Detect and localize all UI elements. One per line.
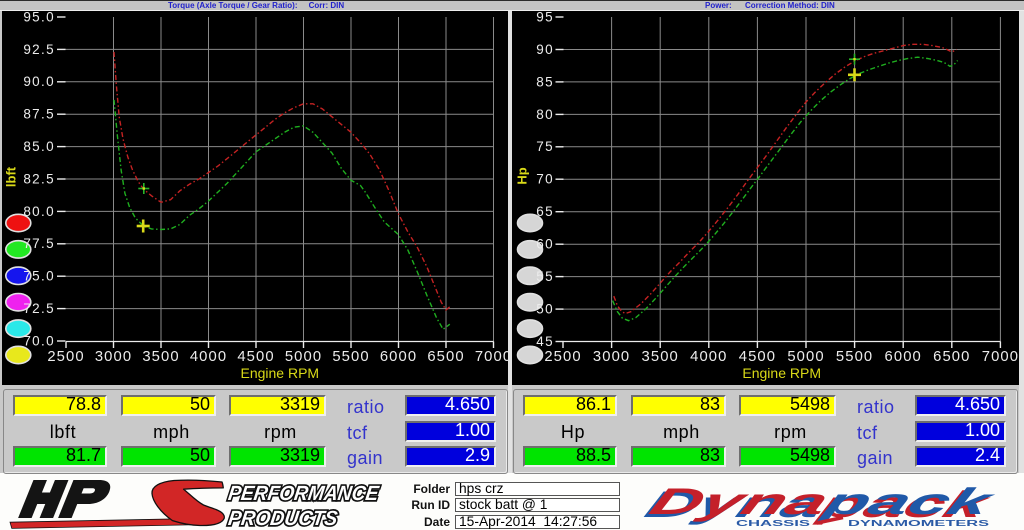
svg-text:60: 60 [536, 237, 554, 252]
svg-text:70: 70 [536, 172, 554, 187]
svg-text:5000: 5000 [787, 349, 824, 365]
svg-text:lbft: lbft [4, 166, 19, 187]
svg-text:Engine RPM: Engine RPM [742, 365, 821, 381]
svg-text:87.5: 87.5 [23, 107, 55, 122]
svg-text:2500: 2500 [544, 349, 581, 365]
svg-text:45: 45 [536, 334, 554, 349]
svg-text:6000: 6000 [380, 349, 417, 365]
svg-text:pack: pack [816, 481, 1001, 522]
svg-text:77.5: 77.5 [23, 236, 55, 251]
svg-text:50: 50 [536, 301, 554, 316]
svg-text:70.0: 70.0 [23, 333, 55, 348]
svg-text:85: 85 [536, 74, 554, 89]
svg-text:Hp: Hp [515, 167, 530, 184]
svg-text:4000: 4000 [190, 349, 227, 365]
svg-text:3000: 3000 [95, 349, 132, 365]
svg-text:85.0: 85.0 [23, 139, 55, 154]
svg-text:75: 75 [536, 139, 554, 154]
svg-text:4500: 4500 [739, 349, 776, 365]
svg-text:7000: 7000 [982, 349, 1019, 365]
svg-text:95.0: 95.0 [23, 11, 55, 24]
svg-text:90.0: 90.0 [23, 74, 55, 89]
svg-text:5000: 5000 [285, 349, 322, 365]
svg-text:55: 55 [536, 269, 554, 284]
svg-text:Dyna: Dyna [644, 481, 835, 522]
svg-text:CHASSIS: CHASSIS [736, 519, 811, 528]
svg-text:5500: 5500 [836, 349, 873, 365]
svg-text:3000: 3000 [593, 349, 630, 365]
svg-text:90: 90 [536, 42, 554, 57]
svg-text:80: 80 [536, 107, 554, 122]
svg-text:6500: 6500 [427, 349, 464, 365]
svg-text:6000: 6000 [885, 349, 922, 365]
svg-text:92.5: 92.5 [23, 42, 55, 57]
svg-text:PERFORMANCE: PERFORMANCE [227, 482, 381, 505]
svg-text:3500: 3500 [642, 349, 679, 365]
svg-text:82.5: 82.5 [23, 171, 55, 186]
svg-text:5500: 5500 [332, 349, 369, 365]
svg-text:6500: 6500 [933, 349, 970, 365]
svg-text:3500: 3500 [142, 349, 179, 365]
svg-text:80.0: 80.0 [23, 204, 55, 219]
svg-text:DYNAMOMETERS: DYNAMOMETERS [848, 519, 990, 528]
svg-text:4000: 4000 [690, 349, 727, 365]
svg-text:72.5: 72.5 [23, 301, 55, 316]
svg-text:2500: 2500 [47, 349, 84, 365]
svg-text:PRODUCTS: PRODUCTS [227, 507, 339, 530]
svg-text:4500: 4500 [237, 349, 274, 365]
svg-text:Engine RPM: Engine RPM [241, 365, 320, 381]
svg-text:65: 65 [536, 204, 554, 219]
svg-text:7000: 7000 [475, 349, 508, 365]
svg-text:95: 95 [536, 11, 554, 24]
svg-text:75.0: 75.0 [23, 269, 55, 284]
